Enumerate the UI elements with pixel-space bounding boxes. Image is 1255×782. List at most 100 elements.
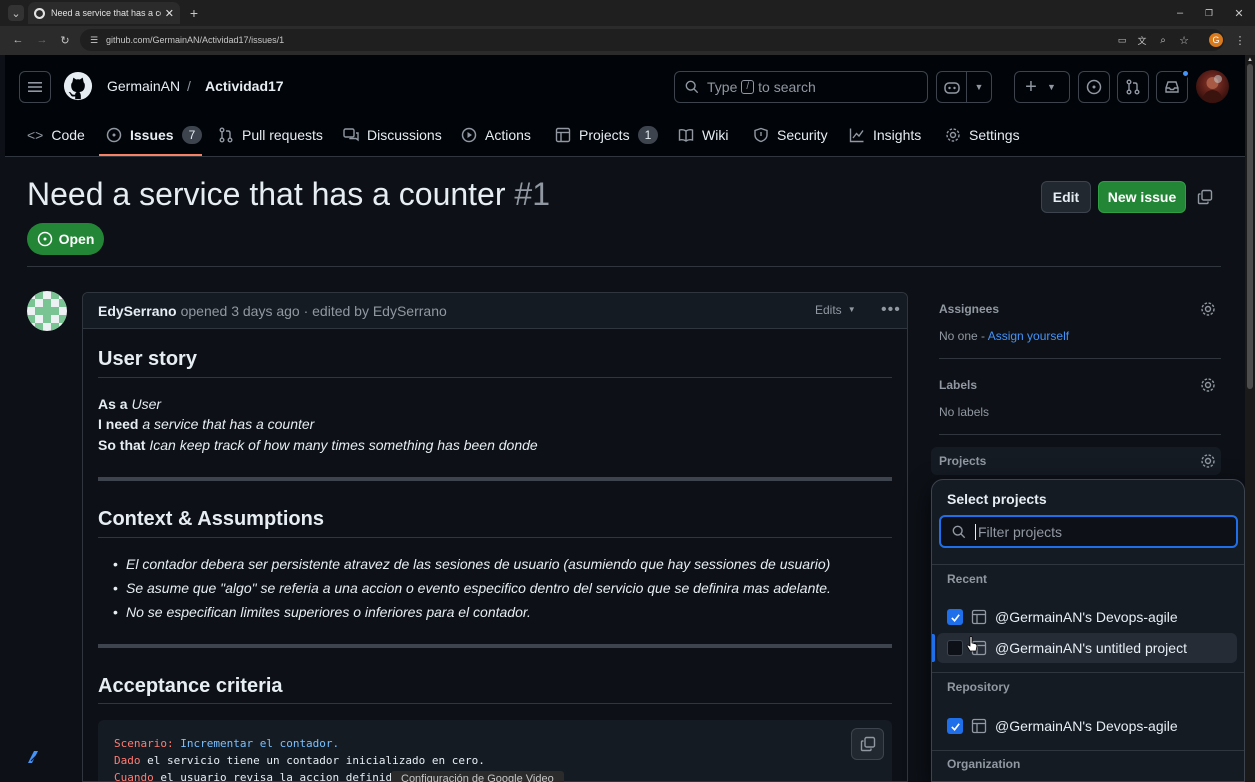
issues-nav-button[interactable] <box>1078 71 1110 103</box>
tab-settings[interactable]: Settings <box>945 120 1020 150</box>
tab-code[interactable]: <> Code <box>27 120 85 150</box>
new-issue-button[interactable]: New issue <box>1098 181 1186 213</box>
reload-icon[interactable]: ↻ <box>57 32 73 48</box>
comment-author-link[interactable]: EdySerrano <box>98 303 177 319</box>
heading-rule <box>98 537 892 538</box>
tab-pull-requests[interactable]: Pull requests <box>218 120 323 150</box>
bookmark-star-icon[interactable]: ☆ <box>1177 33 1191 47</box>
checkbox-checked[interactable] <box>947 609 963 625</box>
pull-requests-nav-button[interactable] <box>1117 71 1149 103</box>
tab-search-icon[interactable]: ⌄ <box>8 5 24 21</box>
edits-label: Edits <box>815 303 842 317</box>
copy-icon <box>860 736 875 752</box>
restore-icon[interactable]: ❐ <box>1201 5 1217 21</box>
filter-placeholder: Filter projects <box>978 523 1063 540</box>
assignees-gear-icon[interactable] <box>1200 301 1216 317</box>
tab-close-icon[interactable]: ✕ <box>165 7 174 20</box>
project-option[interactable]: @GermainAN's Devops-agile <box>937 711 1237 741</box>
author-avatar[interactable] <box>27 291 67 331</box>
comment-discussion-icon <box>343 128 359 142</box>
story-as-line: As a User <box>98 396 161 412</box>
projects-gear-icon[interactable] <box>1200 453 1216 469</box>
browser-menu-icon[interactable]: ⋮ <box>1233 33 1247 47</box>
table-icon <box>555 127 571 143</box>
repo-owner-link[interactable]: GermainAN <box>107 78 180 94</box>
edit-title-button[interactable]: Edit <box>1041 181 1091 213</box>
repo-name-link[interactable]: Actividad17 <box>205 78 284 94</box>
user-avatar[interactable] <box>1196 70 1229 103</box>
issue-opened-icon <box>106 127 122 143</box>
labels-gear-icon[interactable] <box>1200 377 1216 393</box>
kebab-horizontal-icon[interactable]: ••• <box>881 301 901 319</box>
search-shortcut-key: / <box>741 80 755 94</box>
projects-heading[interactable]: Projects <box>939 454 986 468</box>
edits-history-dropdown[interactable]: Edits ▼ <box>815 303 856 317</box>
project-option-label: @GermainAN's untitled project <box>995 640 1187 656</box>
back-icon[interactable]: ← <box>10 32 26 48</box>
copilot-button[interactable]: ▼ <box>936 71 992 103</box>
active-tab-underline <box>99 154 202 156</box>
project-option-label: @GermainAN's Devops-agile <box>995 718 1178 734</box>
gear-icon <box>946 128 960 142</box>
focus-indicator <box>932 634 935 662</box>
copy-code-button[interactable] <box>851 728 884 760</box>
filter-projects-input[interactable]: Filter projects <box>939 515 1238 548</box>
text-caret <box>975 524 976 540</box>
three-bars-icon <box>28 82 42 92</box>
assign-yourself-link[interactable]: Assign yourself <box>988 329 1069 343</box>
labels-heading[interactable]: Labels <box>939 378 977 392</box>
tab-discussions[interactable]: Discussions <box>343 120 442 150</box>
cast-icon[interactable]: ▭ <box>1115 33 1129 47</box>
copilot-floating-icon[interactable] <box>24 748 42 766</box>
create-new-button[interactable]: + ▼ <box>1014 71 1070 103</box>
hamburger-menu-button[interactable] <box>19 71 51 103</box>
browser-tab[interactable]: Need a service that has a counter ✕ <box>28 2 180 24</box>
graph-icon <box>849 128 864 143</box>
code-icon: <> <box>27 127 44 143</box>
tab-security[interactable]: Security <box>753 120 828 150</box>
checkbox-checked[interactable] <box>947 718 963 734</box>
minimize-icon[interactable]: – <box>1172 5 1188 21</box>
site-info-icon[interactable]: ☰ <box>88 34 100 46</box>
search-input[interactable]: Type / to search <box>674 71 928 103</box>
project-option-hovered[interactable]: @GermainAN's untitled project <box>937 633 1237 663</box>
forward-icon[interactable]: → <box>34 32 50 48</box>
window-close-icon[interactable]: ✕ <box>1231 5 1247 21</box>
new-tab-icon[interactable]: + <box>186 5 202 21</box>
issue-state-label: Open <box>58 231 95 247</box>
tab-discussions-label: Discussions <box>367 127 442 143</box>
section-recent: Recent <box>947 572 988 586</box>
translate-icon[interactable]: 文 <box>1135 33 1149 47</box>
address-bar[interactable]: ☰ github.com/GermainAN/Actividad17/issue… <box>80 29 1224 51</box>
tab-issues[interactable]: Issues 7 <box>106 120 203 150</box>
tab-wiki[interactable]: Wiki <box>678 120 728 150</box>
assignees-empty-text: No one - <box>939 329 986 343</box>
section-organization: Organization <box>947 757 1021 771</box>
list-item: No se especifican limites superiores o i… <box>113 604 531 620</box>
scroll-up-icon[interactable]: ▲ <box>1245 56 1255 64</box>
assignees-heading[interactable]: Assignees <box>939 302 999 316</box>
search-icon <box>952 525 966 539</box>
checkbox-unchecked[interactable] <box>947 640 963 656</box>
git-pull-request-icon <box>219 127 233 143</box>
search-icon <box>685 80 699 94</box>
zoom-icon[interactable]: ⌕ <box>1156 33 1170 47</box>
copilot-icon <box>937 72 967 102</box>
project-option-label: @GermainAN's Devops-agile <box>995 609 1178 625</box>
scrollbar-thumb[interactable] <box>1247 64 1253 389</box>
profile-avatar[interactable]: G <box>1209 33 1223 47</box>
triangle-down-icon: ▼ <box>847 305 856 314</box>
code-line: Scenario: Incrementar el contador. <box>114 737 339 750</box>
project-option[interactable]: @GermainAN's Devops-agile <box>937 602 1237 632</box>
tab-wiki-label: Wiki <box>702 127 729 143</box>
github-logo-icon[interactable] <box>63 71 93 101</box>
check-icon <box>950 722 960 731</box>
tab-actions[interactable]: Actions <box>461 120 531 150</box>
tab-code-label: Code <box>51 127 85 143</box>
story-as-value: User <box>131 396 162 412</box>
tab-insights[interactable]: Insights <box>849 120 921 150</box>
copy-link-icon[interactable] <box>1197 189 1213 205</box>
dropdown-divider <box>932 672 1244 673</box>
tab-projects[interactable]: Projects 1 <box>555 120 659 150</box>
issues-count-badge: 7 <box>181 126 203 144</box>
